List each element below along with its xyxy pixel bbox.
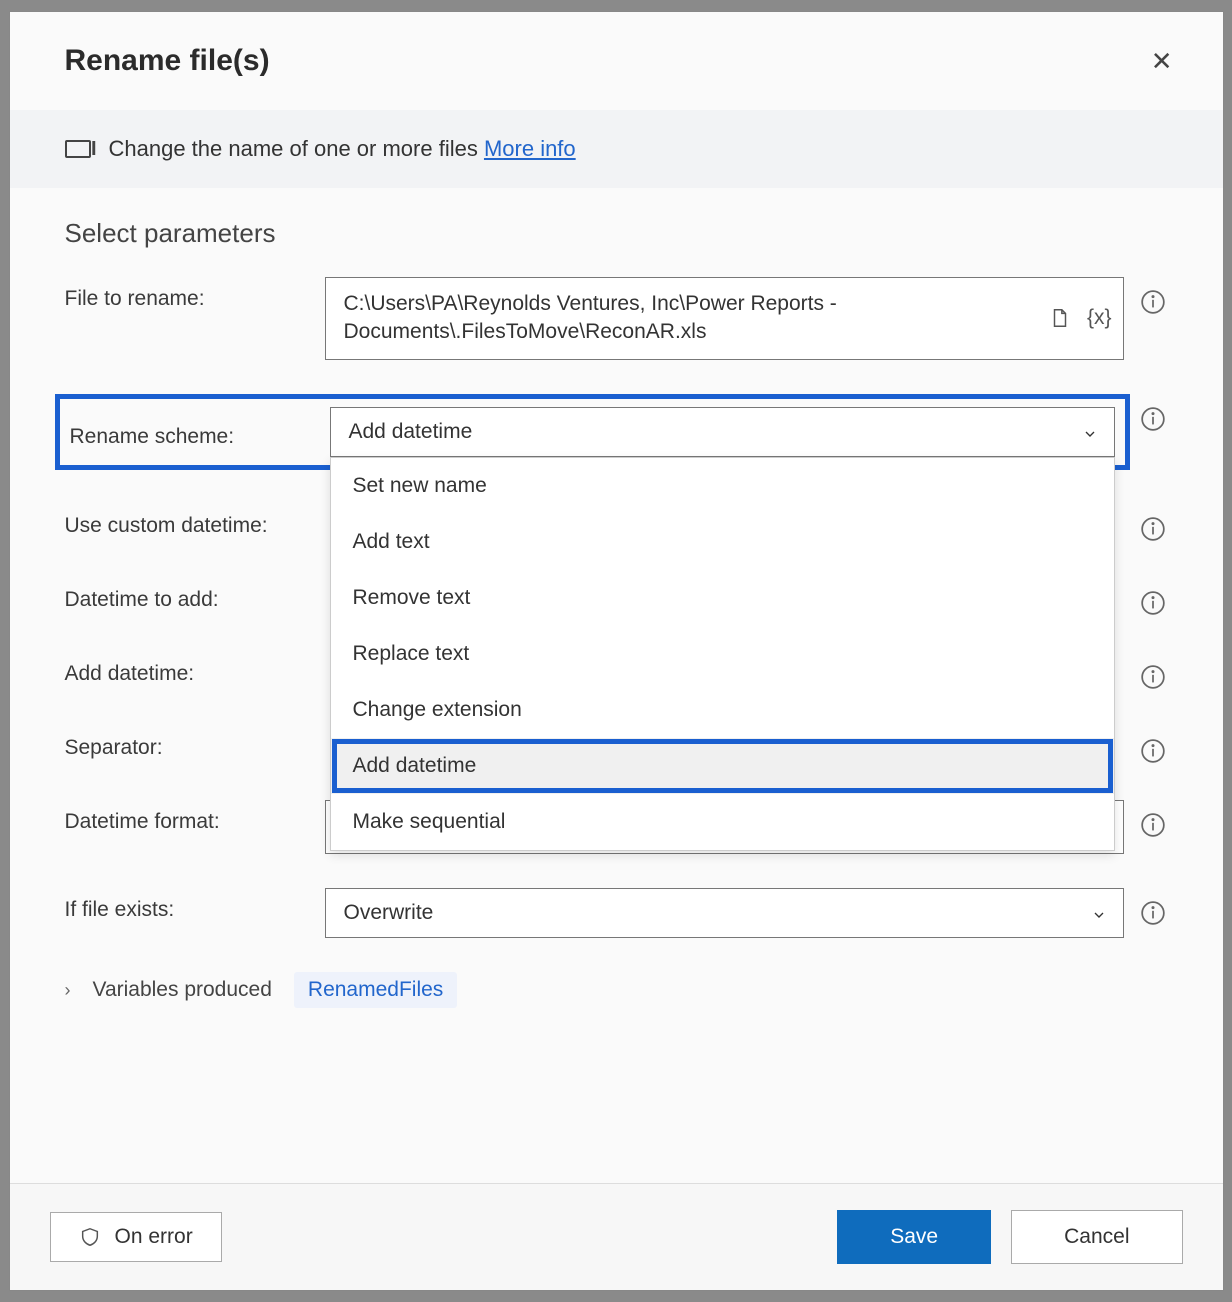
select-if-file-exists[interactable]: Overwrite: [325, 888, 1124, 938]
dialog-body: Select parameters File to rename: C:\Use…: [10, 188, 1223, 1183]
info-icon[interactable]: [1138, 588, 1168, 618]
info-icon[interactable]: [1138, 736, 1168, 766]
dialog-description-row: Change the name of one or more files Mor…: [10, 110, 1223, 188]
field-file-to-rename: File to rename: C:\Users\PA\Reynolds Ven…: [65, 277, 1168, 360]
label-separator: Separator:: [65, 726, 325, 760]
option-remove-text[interactable]: Remove text: [331, 570, 1114, 626]
option-set-new-name[interactable]: Set new name: [331, 458, 1114, 514]
info-icon[interactable]: [1138, 662, 1168, 692]
dialog-header: Rename file(s) ✕: [10, 12, 1223, 110]
option-make-sequential[interactable]: Make sequential: [331, 794, 1114, 850]
on-error-button[interactable]: On error: [50, 1212, 222, 1262]
info-icon[interactable]: [1138, 287, 1168, 317]
save-button[interactable]: Save: [837, 1210, 991, 1264]
chevron-down-icon: [1091, 905, 1107, 921]
chevron-down-icon: [1082, 424, 1098, 440]
field-rename-scheme: Rename scheme: Add datetime Set new name…: [65, 394, 1168, 470]
label-file-to-rename: File to rename:: [65, 277, 325, 311]
shield-icon: [79, 1226, 101, 1248]
label-rename-scheme: Rename scheme:: [70, 415, 330, 449]
variable-token-icon[interactable]: {x}: [1087, 306, 1112, 330]
label-datetime-format: Datetime format:: [65, 800, 325, 834]
option-add-datetime[interactable]: Add datetime: [331, 738, 1114, 794]
label-if-file-exists: If file exists:: [65, 888, 325, 922]
label-datetime-to-add: Datetime to add:: [65, 578, 325, 612]
dropdown-rename-scheme: Set new name Add text Remove text Replac…: [330, 457, 1115, 851]
more-info-link[interactable]: More info: [484, 136, 576, 161]
info-icon[interactable]: [1138, 514, 1168, 544]
file-picker-icon[interactable]: [1047, 305, 1073, 331]
section-title: Select parameters: [65, 218, 1168, 249]
cancel-button[interactable]: Cancel: [1011, 1210, 1182, 1264]
chevron-right-icon: ›: [65, 980, 71, 1001]
variable-renamed-files[interactable]: RenamedFiles: [294, 972, 457, 1008]
field-if-file-exists: If file exists: Overwrite: [65, 888, 1168, 938]
option-change-extension[interactable]: Change extension: [331, 682, 1114, 738]
input-file-to-rename[interactable]: C:\Users\PA\Reynolds Ventures, Inc\Power…: [325, 277, 1124, 360]
rename-files-dialog: Rename file(s) ✕ Change the name of one …: [9, 11, 1224, 1291]
option-replace-text[interactable]: Replace text: [331, 626, 1114, 682]
rename-icon: [65, 140, 91, 158]
close-icon[interactable]: ✕: [1141, 42, 1183, 80]
variables-produced-row[interactable]: › Variables produced RenamedFiles: [65, 972, 1168, 1008]
select-rename-scheme[interactable]: Add datetime: [330, 407, 1115, 457]
label-add-datetime: Add datetime:: [65, 652, 325, 686]
option-add-text[interactable]: Add text: [331, 514, 1114, 570]
dialog-title: Rename file(s): [65, 44, 270, 78]
label-use-custom-datetime: Use custom datetime:: [65, 504, 325, 538]
label-variables-produced: Variables produced: [93, 978, 272, 1002]
info-icon[interactable]: [1138, 810, 1168, 840]
info-icon[interactable]: [1138, 898, 1168, 928]
dialog-footer: On error Save Cancel: [10, 1183, 1223, 1290]
info-icon[interactable]: [1138, 404, 1168, 434]
dialog-description: Change the name of one or more files Mor…: [109, 136, 576, 162]
